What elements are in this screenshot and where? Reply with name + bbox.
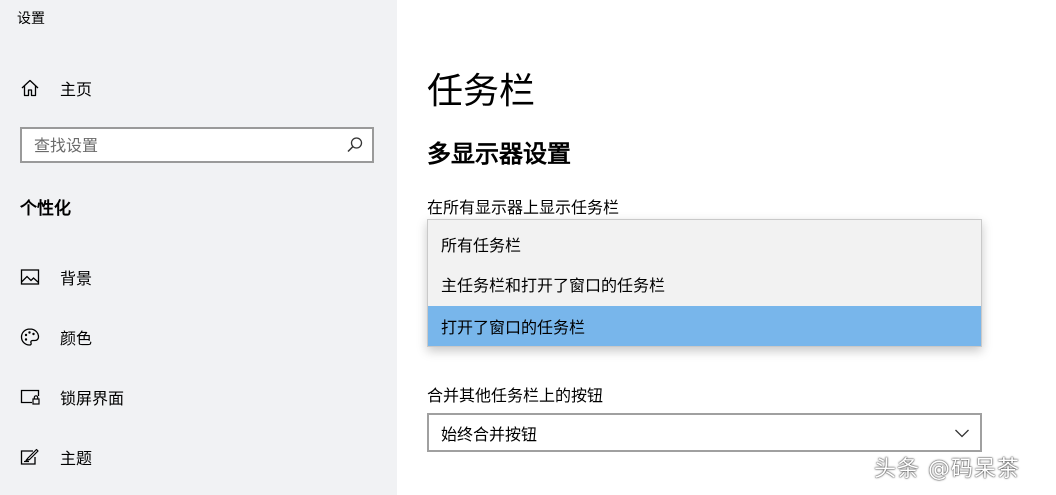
window-title: 设置 bbox=[17, 11, 45, 27]
sidebar-item-label: 颜色 bbox=[60, 329, 93, 348]
sidebar-item-label: 主页 bbox=[60, 80, 93, 99]
sidebar-item-lock-screen[interactable]: 锁屏界面 bbox=[0, 377, 397, 417]
dropdown-option-main-and-open[interactable]: 主任务栏和打开了窗口的任务栏 bbox=[428, 264, 981, 304]
chevron-down-icon bbox=[954, 425, 970, 441]
show-taskbar-label: 在所有显示器上显示任务栏 bbox=[427, 198, 620, 217]
watermark: 头条 @码呆茶 bbox=[874, 457, 1020, 482]
combine-buttons-value: 始终合并按钮 bbox=[441, 424, 538, 444]
sidebar-item-colors[interactable]: 颜色 bbox=[0, 317, 397, 357]
combine-buttons-label: 合并其他任务栏上的按钮 bbox=[427, 386, 604, 405]
search-input[interactable] bbox=[22, 129, 332, 161]
subsection-title: 多显示器设置 bbox=[427, 140, 571, 168]
home-icon bbox=[20, 78, 40, 98]
lock-screen-icon bbox=[20, 387, 40, 407]
sidebar-item-themes[interactable]: 主题 bbox=[0, 437, 397, 477]
dropdown-option-open-window[interactable]: 打开了窗口的任务栏 bbox=[428, 306, 981, 346]
sidebar-item-home[interactable]: 主页 bbox=[0, 68, 397, 108]
search-icon[interactable] bbox=[346, 136, 364, 154]
search-box[interactable] bbox=[20, 127, 374, 163]
sidebar-item-label: 主题 bbox=[60, 449, 93, 468]
dropdown-option-all-taskbars[interactable]: 所有任务栏 bbox=[428, 224, 981, 264]
combine-buttons-select[interactable]: 始终合并按钮 bbox=[427, 413, 982, 452]
sidebar-item-label: 背景 bbox=[60, 269, 93, 288]
sidebar-item-label: 锁屏界面 bbox=[60, 389, 125, 408]
section-heading: 个性化 bbox=[20, 199, 71, 219]
sidebar: 设置 主页 个性化 背景 bbox=[0, 0, 397, 495]
palette-icon bbox=[20, 327, 40, 347]
page-title: 任务栏 bbox=[427, 71, 536, 112]
show-taskbar-dropdown-list[interactable]: 所有任务栏 主任务栏和打开了窗口的任务栏 打开了窗口的任务栏 bbox=[427, 219, 982, 347]
theme-icon bbox=[20, 447, 40, 467]
sidebar-item-background[interactable]: 背景 bbox=[0, 257, 397, 297]
picture-icon bbox=[20, 267, 40, 287]
